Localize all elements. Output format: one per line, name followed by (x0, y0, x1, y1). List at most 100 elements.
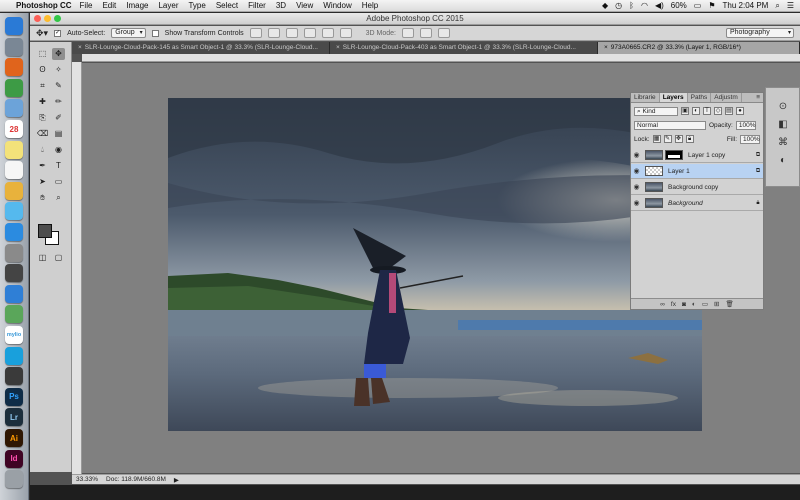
adjustments-icon[interactable]: ◐ (776, 154, 790, 168)
dock-lr-icon[interactable]: Lr (5, 408, 23, 427)
tab-document-3[interactable]: × 973A0665.CR2 @ 33.3% (Layer 1, RGB/16*) (598, 42, 800, 54)
timemachine-icon[interactable]: ◷ (615, 1, 622, 10)
lock-position-icon[interactable]: ✥ (674, 135, 683, 143)
new-layer-icon[interactable]: ⊞ (714, 300, 719, 308)
align-top-button[interactable] (249, 28, 262, 38)
history-brush-tool-icon[interactable]: ✐ (52, 112, 65, 124)
dock-messages-icon[interactable] (5, 202, 23, 221)
auto-select-checkbox[interactable]: ✓ (54, 29, 62, 37)
type-tool-icon[interactable]: T (52, 160, 65, 172)
dock-camera-icon[interactable] (5, 264, 23, 283)
history-icon[interactable]: ⊙ (776, 100, 790, 114)
align-bottom-button[interactable] (285, 28, 298, 38)
delete-layer-icon[interactable]: 🗑︎ (725, 300, 733, 308)
foreground-color-swatch[interactable] (38, 224, 52, 238)
zoom-tool-icon[interactable]: ⌕ (52, 192, 65, 204)
dock-trash-icon[interactable] (5, 470, 23, 489)
menu-view[interactable]: View (296, 1, 313, 10)
dock-launchpad-icon[interactable] (5, 37, 23, 56)
clock[interactable]: Thu 2:04 PM (723, 1, 769, 10)
lock-transparency-icon[interactable]: ▦ (652, 135, 661, 143)
auto-select-dropdown[interactable]: Group (111, 28, 146, 38)
layer-mask-thumbnail[interactable] (665, 150, 683, 160)
paths-icon[interactable]: ⌘ (776, 136, 790, 150)
filter-adjust-icon[interactable]: ◐ (692, 107, 700, 115)
add-mask-icon[interactable]: ◙ (682, 301, 686, 308)
dock-chrome-icon[interactable] (5, 78, 23, 97)
menu-window[interactable]: Window (323, 1, 351, 10)
hand-tool-icon[interactable]: ✋︎ (36, 192, 49, 204)
layer-row-background-copy[interactable]: ◉ Background copy (631, 180, 763, 195)
visibility-eye-icon[interactable]: ◉ (631, 167, 642, 175)
crop-tool-icon[interactable]: ⌗ (36, 80, 49, 92)
dock-notes-icon[interactable] (5, 140, 23, 159)
fx-icon[interactable]: fx (671, 301, 676, 308)
dock-skype-icon[interactable] (5, 346, 23, 365)
dock-safari-icon[interactable] (5, 284, 23, 303)
close-tab-icon[interactable]: × (78, 44, 82, 51)
3d-orbit-button[interactable] (402, 28, 415, 38)
transform-controls-checkbox[interactable] (151, 29, 159, 37)
lasso-tool-icon[interactable]: ʘ (36, 64, 49, 76)
filter-kind-dropdown[interactable]: ⌕ Kind (634, 106, 678, 116)
wifi-icon[interactable]: ◠ (641, 1, 648, 10)
spotlight-icon[interactable]: ⌕ (775, 1, 779, 11)
screen-mode-icon[interactable]: ▢ (52, 252, 65, 264)
layers-panel-icon[interactable]: ◧ (776, 118, 790, 132)
filter-smart-icon[interactable]: ▤ (725, 107, 733, 115)
quick-select-tool-icon[interactable]: ✧ (52, 64, 65, 76)
zoom-level[interactable]: 33.33% (76, 476, 98, 483)
horizontal-ruler[interactable] (82, 54, 800, 62)
battery-percent[interactable]: 60% (671, 1, 687, 10)
lock-all-icon[interactable]: 🔒︎ (685, 135, 694, 143)
menu-file[interactable]: File (80, 1, 93, 10)
dock-app-store-icon[interactable] (5, 223, 23, 241)
menu-select[interactable]: Select (216, 1, 238, 10)
dock-bridge-icon[interactable] (5, 367, 23, 386)
dock-ai-icon[interactable]: Ai (5, 429, 23, 447)
dock-mylio-icon[interactable]: mylio (5, 326, 23, 344)
menu-edit[interactable]: Edit (102, 1, 116, 10)
tab-layers[interactable]: Layers (659, 93, 688, 102)
dropbox-icon[interactable]: ◆ (602, 1, 608, 10)
link-layers-icon[interactable]: ∞ (660, 301, 665, 308)
new-group-icon[interactable]: ▭ (702, 300, 708, 308)
dock-calendar-icon[interactable]: 28 (5, 120, 23, 138)
align-hcenter-button[interactable] (321, 28, 334, 38)
dock-maps-icon[interactable] (5, 305, 23, 324)
tab-document-1[interactable]: × SLR-Lounge-Cloud-Pack-145 as Smart Obje… (72, 42, 330, 54)
dock-ps-icon[interactable]: Ps (5, 387, 23, 406)
filter-type-icon[interactable]: T (703, 107, 711, 115)
filter-shape-icon[interactable]: ◇ (714, 107, 722, 115)
panel-menu-icon[interactable]: ≡ (753, 93, 763, 102)
blur-tool-icon[interactable]: 💧︎ (36, 144, 49, 156)
move-tool-preset-icon[interactable]: ✥▾ (36, 28, 48, 39)
layer-row-layer1[interactable]: ◉ Layer 1 ⧉ (631, 164, 763, 179)
visibility-eye-icon[interactable]: ◉ (631, 151, 642, 159)
path-select-tool-icon[interactable]: ➤ (36, 176, 49, 188)
volume-icon[interactable]: ◀) (655, 1, 664, 10)
layer-row-background[interactable]: ◉ Background 🔒︎ (631, 196, 763, 211)
eyedropper-tool-icon[interactable]: ✎ (52, 80, 65, 92)
document-photo[interactable] (168, 98, 702, 431)
menu-filter[interactable]: Filter (248, 1, 266, 10)
tab-adjustments[interactable]: Adjustm (711, 93, 742, 102)
pen-tool-icon[interactable]: ✒ (36, 160, 49, 172)
close-tab-icon[interactable]: × (604, 44, 608, 51)
lock-pixels-icon[interactable]: ✎ (663, 135, 672, 143)
dock-photos-icon[interactable] (5, 181, 23, 200)
gradient-tool-icon[interactable]: ▤ (52, 128, 65, 140)
clone-stamp-tool-icon[interactable]: ⎘ (36, 112, 49, 124)
flag-icon[interactable]: ⚑ (708, 1, 715, 10)
menu-3d[interactable]: 3D (276, 1, 286, 10)
tab-paths[interactable]: Paths (688, 93, 712, 102)
3d-roll-button[interactable] (420, 28, 433, 38)
filter-pixel-icon[interactable]: ▣ (681, 107, 689, 115)
app-menu[interactable]: Photoshop CC (16, 1, 72, 10)
tab-document-2[interactable]: × SLR-Lounge-Cloud-Pack-403 as Smart Obje… (330, 42, 598, 54)
workspace-dropdown[interactable]: Photography (726, 28, 794, 38)
menu-layer[interactable]: Layer (158, 1, 178, 10)
menu-image[interactable]: Image (126, 1, 148, 10)
tab-libraries[interactable]: Librarie (631, 93, 660, 102)
dock-firefox-icon[interactable] (5, 58, 23, 77)
